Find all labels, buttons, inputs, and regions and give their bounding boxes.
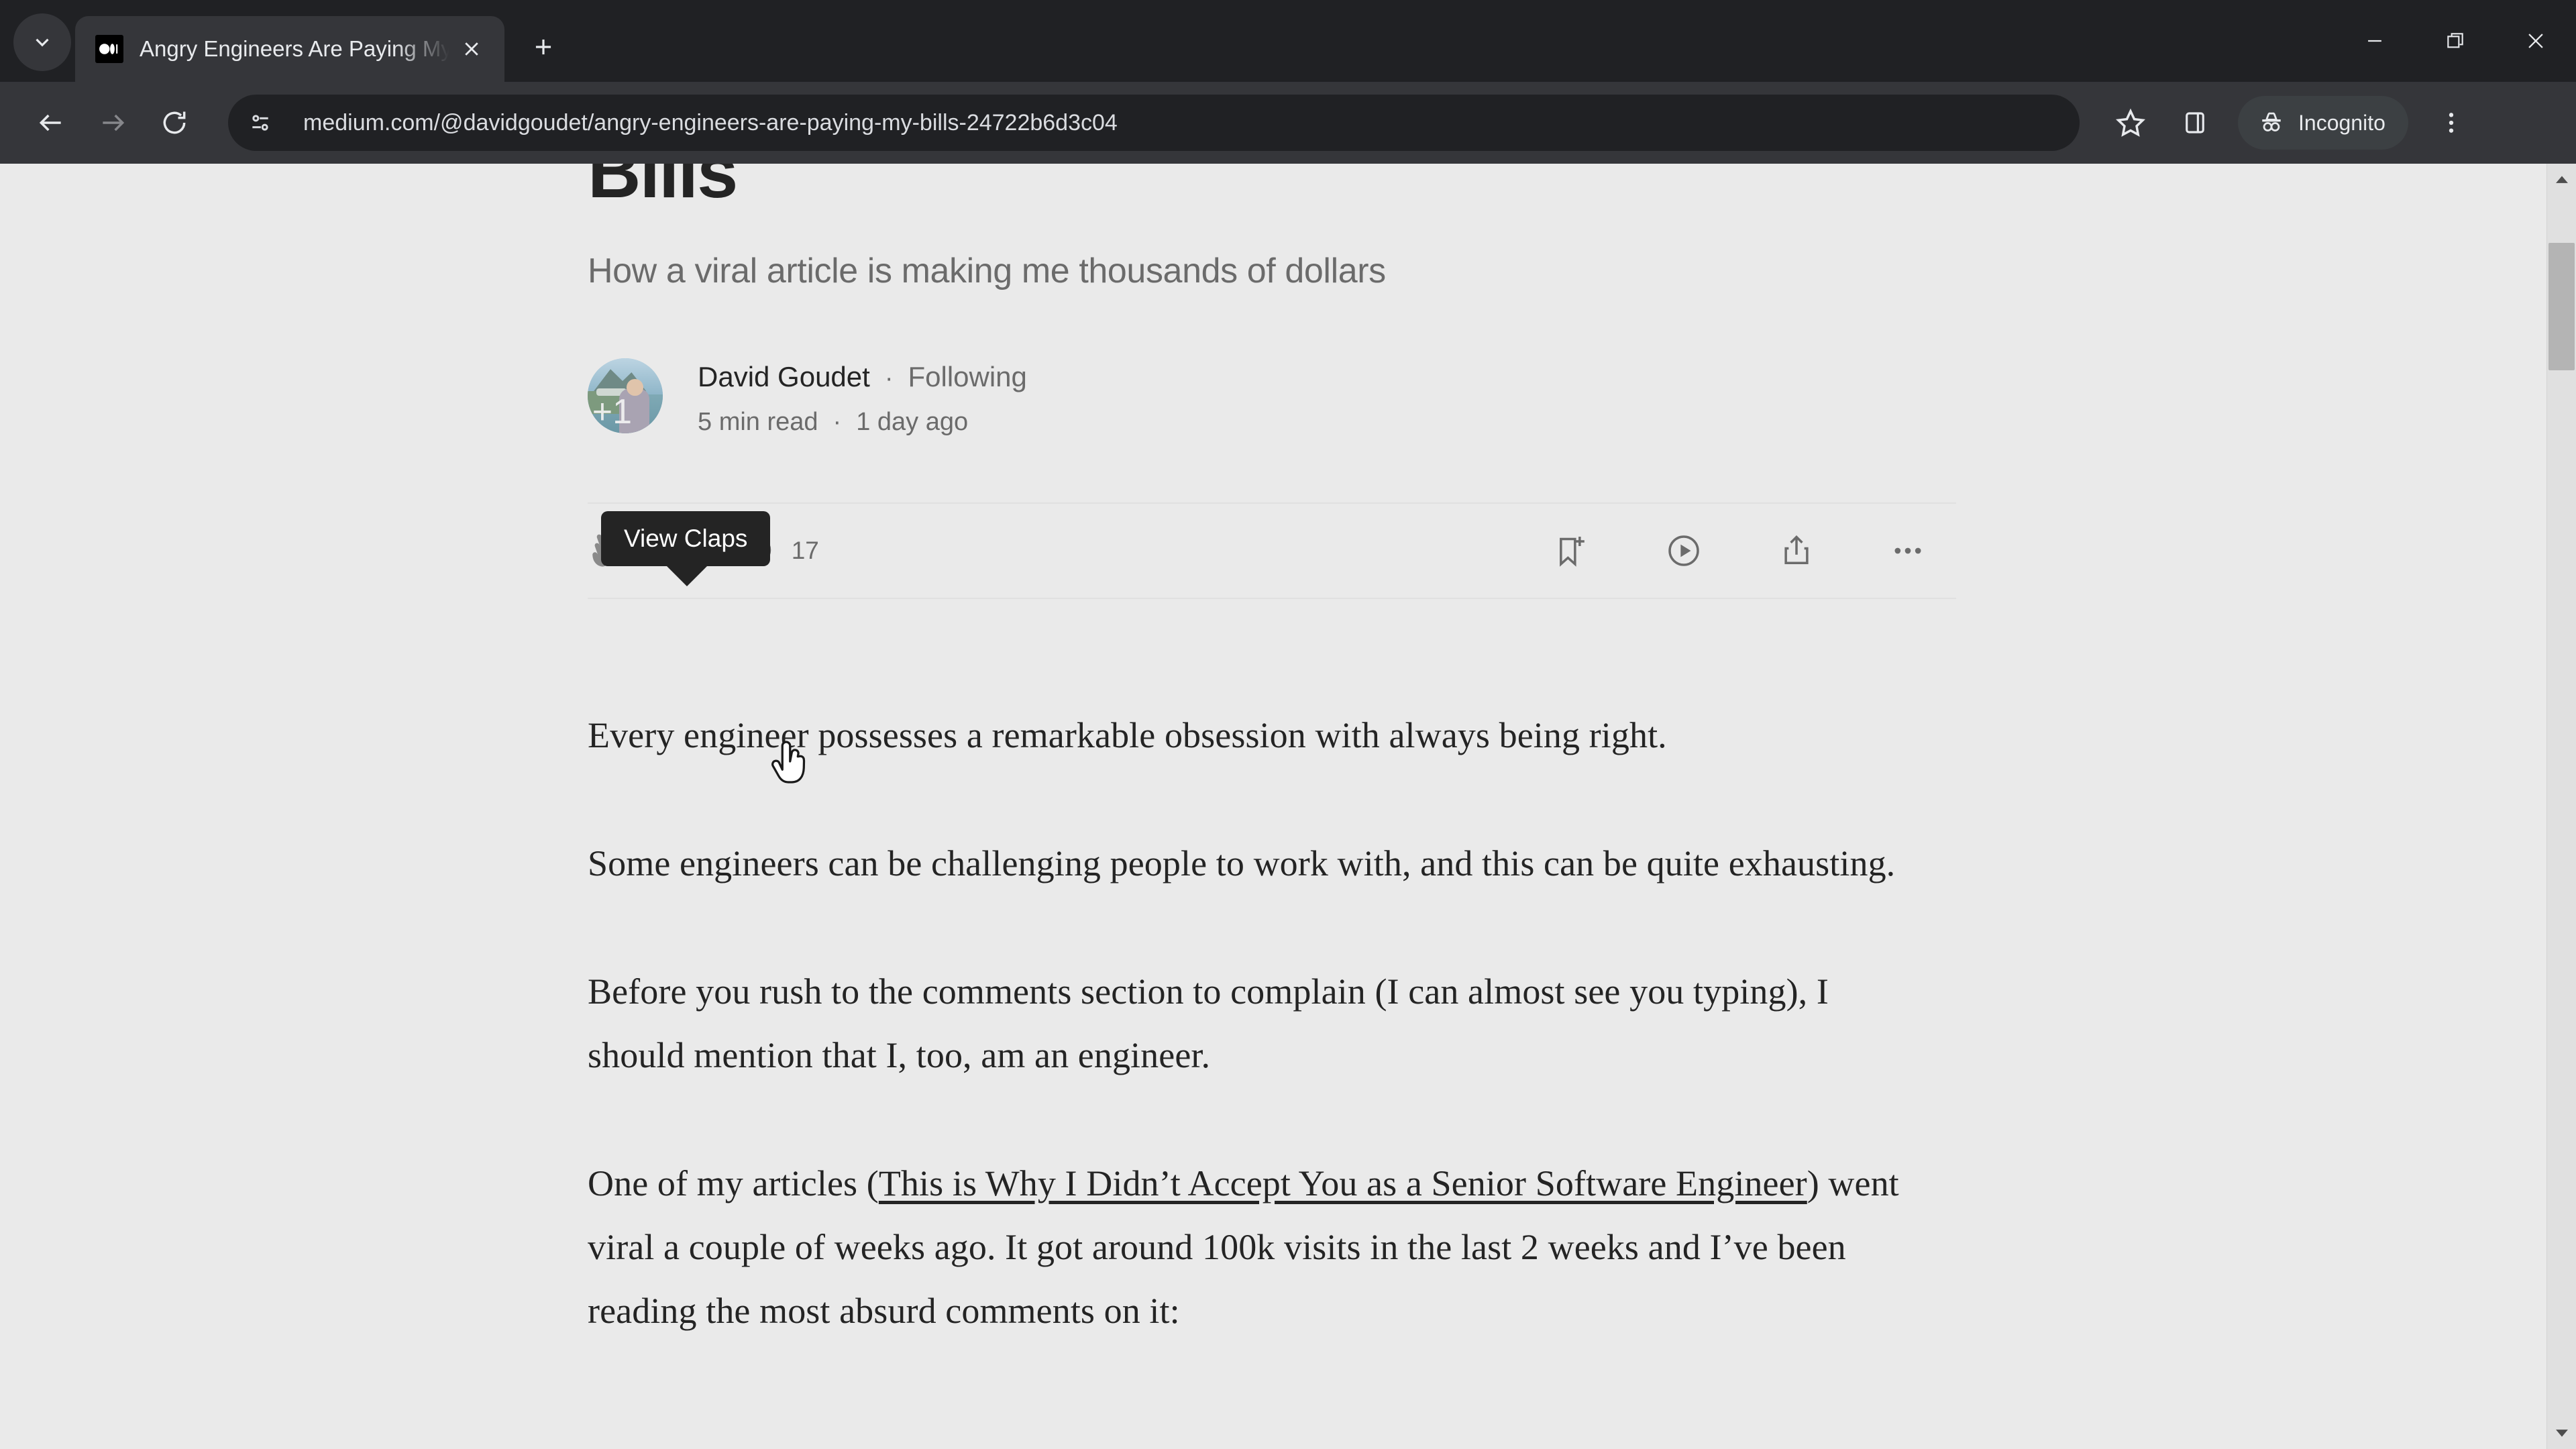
browser-toolbar: medium.com/@davidgoudet/angry-engineers-… bbox=[0, 82, 2576, 164]
browser-tab[interactable]: Angry Engineers Are Paying My bbox=[75, 16, 504, 82]
site-settings-icon bbox=[252, 115, 268, 131]
scroll-up-button[interactable] bbox=[2547, 164, 2576, 196]
toolbar-actions: Incognito bbox=[2100, 92, 2482, 154]
bookmark-plus-icon bbox=[1560, 537, 1585, 567]
paragraph: Before you rush to the comments section … bbox=[588, 971, 1829, 1075]
page-scrollbar[interactable] bbox=[2546, 164, 2576, 1449]
chevron-down-icon bbox=[36, 38, 49, 47]
more-horizontal-icon bbox=[1894, 547, 1921, 554]
avatar[interactable]: +1 bbox=[588, 358, 663, 433]
scroll-down-arrow-icon bbox=[2555, 1430, 2568, 1437]
bookmark-button[interactable] bbox=[2100, 92, 2161, 154]
browser-window: Angry Engineers Are Paying My medium.com… bbox=[0, 0, 2576, 1449]
listen-button[interactable] bbox=[1665, 532, 1703, 570]
side-panel-icon bbox=[2186, 112, 2204, 133]
close-icon bbox=[2528, 34, 2543, 48]
minimize-icon bbox=[2368, 40, 2381, 42]
chrome-menu-button[interactable] bbox=[2420, 92, 2482, 154]
article-subtitle: How a viral article is making me thousan… bbox=[588, 252, 1386, 290]
tab-close-button[interactable] bbox=[453, 31, 490, 67]
tab-title: Angry Engineers Are Paying My bbox=[140, 36, 449, 61]
byline-text: David Goudet · Following 5 min read · 1 … bbox=[698, 358, 1027, 437]
reload-button[interactable] bbox=[144, 92, 205, 154]
author-byline: +1 David Goudet · Following 5 min read ·… bbox=[588, 358, 1956, 586]
new-tab-button[interactable] bbox=[519, 23, 568, 71]
tooltip-label: View Claps bbox=[624, 525, 748, 552]
tab-strip: Angry Engineers Are Paying My bbox=[0, 0, 2576, 82]
tab-search-button[interactable] bbox=[13, 13, 71, 71]
restore-icon bbox=[2447, 33, 2463, 48]
scroll-down-button[interactable] bbox=[2547, 1417, 2576, 1449]
author-name[interactable]: David Goudet bbox=[698, 361, 870, 393]
scrollbar-thumb[interactable] bbox=[2548, 243, 2575, 370]
read-time: 5 min read bbox=[698, 408, 818, 436]
page-viewport: Bills How a viral article is making me t… bbox=[0, 164, 2576, 1449]
follow-button[interactable]: Following bbox=[908, 361, 1026, 393]
article-inline-link[interactable]: This is Why I Didn’t Accept You as a Sen… bbox=[879, 1163, 1807, 1203]
article-action-bar: 898 17 bbox=[588, 502, 1956, 599]
minimize-button[interactable] bbox=[2334, 0, 2415, 82]
window-controls bbox=[2334, 0, 2576, 82]
medium-logo-icon bbox=[95, 35, 123, 63]
share-icon bbox=[1784, 535, 1809, 564]
paragraph: Every engineer possesses a remarkable ob… bbox=[588, 715, 1667, 755]
comment-count: 17 bbox=[791, 537, 819, 564]
restore-button[interactable] bbox=[2415, 0, 2496, 82]
forward-arrow-icon bbox=[103, 114, 125, 131]
incognito-indicator[interactable]: Incognito bbox=[2238, 96, 2408, 150]
byline-separator: · bbox=[884, 364, 894, 392]
scroll-up-arrow-icon bbox=[2555, 176, 2568, 183]
paragraph-with-link: One of my articles (This is Why I Didn’t… bbox=[588, 1152, 1933, 1343]
close-icon bbox=[465, 42, 478, 56]
share-button[interactable] bbox=[1778, 532, 1815, 570]
three-dot-menu-icon bbox=[2449, 113, 2454, 133]
article-page: Bills How a viral article is making me t… bbox=[0, 164, 2546, 1449]
link-prefix-text: One of my articles ( bbox=[588, 1163, 879, 1203]
forward-button[interactable] bbox=[82, 92, 144, 154]
published-date: 1 day ago bbox=[856, 408, 969, 436]
url-text: medium.com/@davidgoudet/angry-engineers-… bbox=[303, 109, 1118, 136]
reload-icon bbox=[163, 111, 186, 134]
article-content: Bills How a viral article is making me t… bbox=[588, 164, 1956, 1343]
play-circle-icon bbox=[1668, 535, 1699, 566]
incognito-hat-icon bbox=[2262, 112, 2281, 131]
back-button[interactable] bbox=[20, 92, 82, 154]
utility-actions bbox=[1552, 532, 1956, 570]
back-arrow-icon bbox=[39, 114, 61, 131]
more-options-button[interactable] bbox=[1890, 533, 1925, 568]
incognito-label: Incognito bbox=[2298, 110, 2385, 135]
plus-icon bbox=[535, 39, 551, 55]
view-claps-tooltip: View Claps bbox=[601, 511, 771, 586]
avatar-badge: +1 bbox=[592, 392, 633, 431]
address-bar[interactable]: medium.com/@davidgoudet/angry-engineers-… bbox=[228, 95, 2080, 151]
side-panel-button[interactable] bbox=[2164, 92, 2226, 154]
save-button[interactable] bbox=[1552, 532, 1590, 570]
meta-separator: · bbox=[833, 408, 842, 436]
close-window-button[interactable] bbox=[2496, 0, 2576, 82]
paragraph: Some engineers can be challenging people… bbox=[588, 843, 1896, 883]
site-settings-button[interactable] bbox=[235, 97, 286, 148]
star-icon bbox=[2115, 108, 2146, 137]
article-title: Bills bbox=[588, 164, 738, 213]
article-body: Every engineer possesses a remarkable ob… bbox=[588, 704, 1956, 1343]
